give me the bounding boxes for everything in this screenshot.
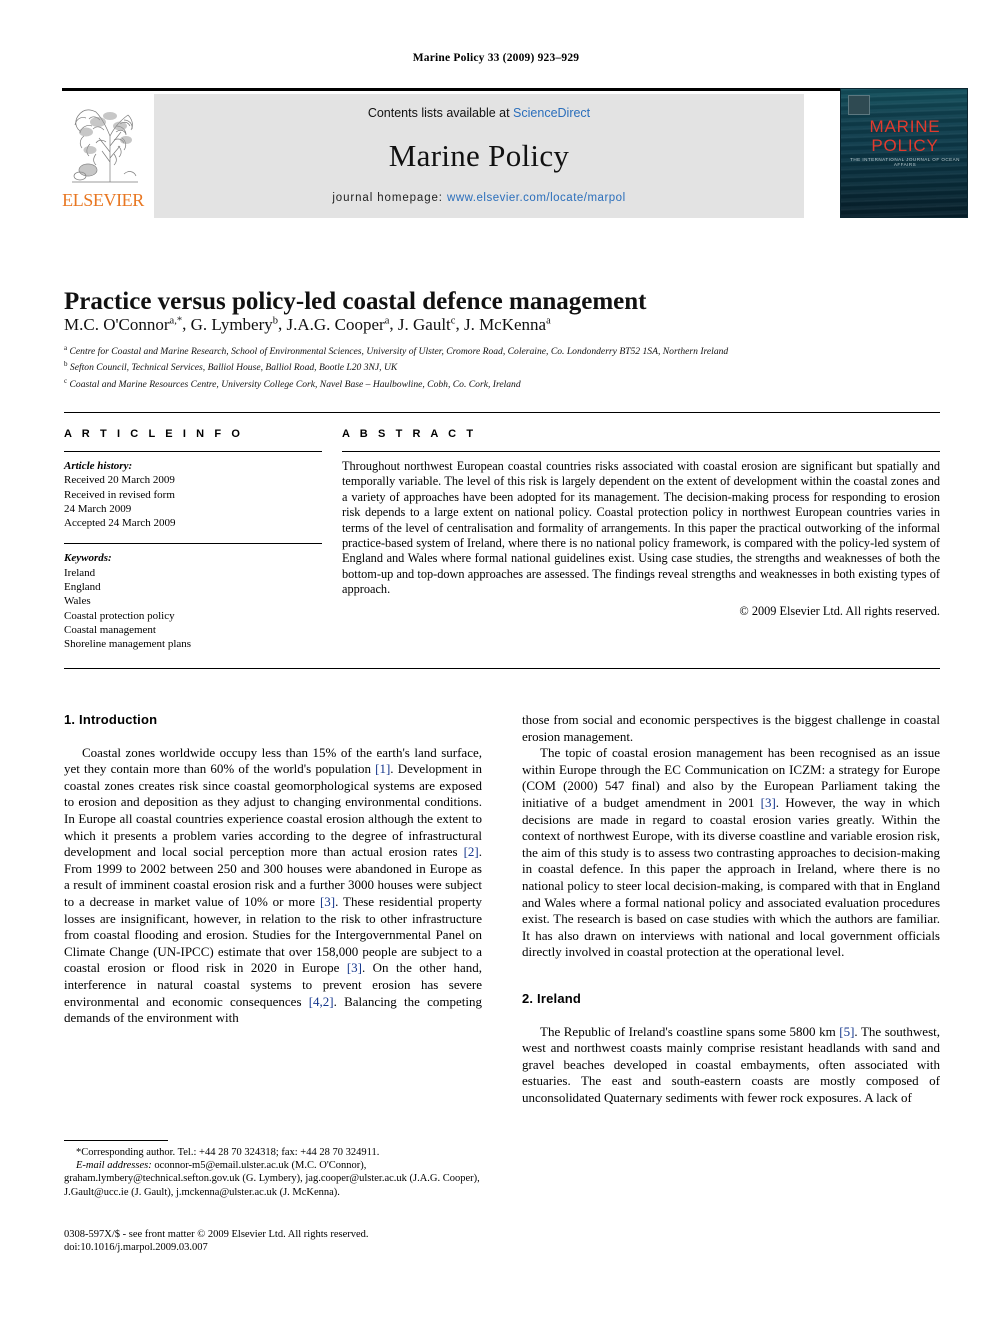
author-marks: a,*: [169, 315, 183, 326]
info-block-top-rule: [64, 412, 940, 413]
history-item: Accepted 24 March 2009: [64, 517, 176, 530]
email-label: E-mail addresses:: [76, 1160, 152, 1172]
footnote-rule: [64, 1140, 168, 1141]
abstract-copyright: © 2009 Elsevier Ltd. All rights reserved…: [739, 603, 940, 618]
body-column-right: those from social and economic perspecti…: [522, 712, 940, 1106]
article-info-panel: A R T I C L E I N F O Article history: R…: [64, 428, 322, 652]
citation-ref[interactable]: [1]: [375, 761, 390, 776]
journal-homepage-line: journal homepage: www.elsevier.com/locat…: [154, 192, 804, 204]
keyword-item: Ireland: [64, 566, 96, 579]
sciencedirect-band: Contents lists available at ScienceDirec…: [154, 94, 804, 218]
elsevier-tree-icon: [72, 109, 138, 183]
keyword-item: Shoreline management plans: [64, 638, 192, 651]
abstract-panel: A B S T R A C T Throughout northwest Eur…: [342, 428, 940, 619]
corresponding-author-note: *Corresponding author. Tel.: +44 28 70 3…: [76, 1147, 380, 1158]
author-marks: b: [272, 315, 278, 326]
article-info-heading: A R T I C L E I N F O: [64, 428, 244, 440]
sciencedirect-link[interactable]: ScienceDirect: [513, 106, 590, 120]
doi-line[interactable]: doi:10.1016/j.marpol.2009.03.007: [64, 1241, 494, 1254]
affiliation-text: Sefton Council, Technical Services, Ball…: [69, 362, 398, 374]
author-item: J.A.G. Coopera: [287, 315, 390, 334]
affiliation-text: Coastal and Marine Resources Centre, Uni…: [69, 378, 521, 390]
citation-ref[interactable]: [2]: [464, 844, 479, 859]
contents-prefix: Contents lists available at: [367, 106, 514, 120]
running-head: Marine Policy 33 (2009) 923–929: [412, 52, 580, 64]
abstract-heading: A B S T R A C T: [342, 428, 477, 440]
footnote-block: *Corresponding author. Tel.: +44 28 70 3…: [64, 1140, 482, 1199]
author-marks: a: [546, 315, 551, 326]
keyword-item: Wales: [64, 595, 91, 608]
keyword-item: Coastal management: [64, 623, 156, 636]
paragraph-intro: Coastal zones worldwide occupy less than…: [64, 745, 482, 1027]
keywords-label: Keywords:: [64, 552, 112, 565]
author-item: J. McKennaa: [464, 315, 551, 334]
section-heading-introduction: 1. Introduction: [64, 712, 158, 727]
email-addresses-note: E-mail addresses: oconnor-m5@email.ulste…: [64, 1159, 482, 1199]
affiliation-text: Centre for Coastal and Marine Research, …: [69, 346, 729, 358]
keywords-rule: [64, 543, 322, 545]
author-item: J. Gaultc: [398, 315, 456, 334]
body-column-left: 1. Introduction Coastal zones worldwide …: [64, 712, 482, 1027]
citation-ref[interactable]: [3]: [320, 894, 335, 909]
paragraph-ireland: The Republic of Ireland's coastline span…: [522, 1024, 940, 1107]
history-item: Received in revised form: [64, 488, 175, 501]
citation-ref[interactable]: [5]: [839, 1024, 854, 1039]
homepage-url-link[interactable]: www.elsevier.com/locate/marpol: [447, 192, 626, 204]
keywords-block: Keywords: Ireland England Wales Coastal …: [64, 551, 322, 651]
article-info-rule: [64, 451, 322, 452]
affiliation-mark: c: [64, 376, 68, 385]
abstract-text: Throughout northwest European coastal co…: [342, 459, 940, 597]
cover-subtitle: THE INTERNATIONAL JOURNAL OF OCEAN AFFAI…: [850, 157, 960, 167]
keyword-item: England: [64, 581, 101, 594]
article-history: Article history: Received 20 March 2009 …: [64, 459, 322, 530]
cover-title-line1: MARINE: [869, 117, 941, 136]
citation-ref[interactable]: [3]: [347, 960, 362, 975]
journal-cover-image: MARINE POLICY THE INTERNATIONAL JOURNAL …: [840, 88, 968, 218]
article-history-label: Article history:: [64, 460, 133, 472]
journal-title: Marine Policy: [388, 138, 570, 173]
info-block-bottom-rule: [64, 668, 940, 669]
abstract-rule: [342, 451, 940, 452]
affiliation-item: c Coastal and Marine Resources Centre, U…: [64, 375, 944, 391]
masthead-top-rule: [62, 88, 930, 91]
journal-masthead: ELSEVIER Contents lists available at Sci…: [62, 88, 968, 218]
affiliation-list: a Centre for Coastal and Marine Research…: [64, 342, 944, 391]
history-item: Received 20 March 2009: [64, 474, 175, 487]
cover-title: MARINE POLICY: [841, 117, 967, 155]
author-name: J.A.G. Cooper: [286, 314, 385, 334]
contents-available-line: Contents lists available at ScienceDirec…: [154, 106, 804, 120]
history-item: 24 March 2009: [64, 502, 132, 515]
cover-title-line2: POLICY: [871, 136, 939, 155]
journal-article-page: Marine Policy 33 (2009) 923–929 ELSEVIER…: [0, 0, 992, 1323]
citation-ref[interactable]: [3]: [761, 795, 776, 810]
affiliation-mark: a: [64, 344, 68, 352]
author-name: M.C. O'Connor: [64, 314, 170, 334]
issn-line: 0308-597X/$ - see front matter © 2009 El…: [64, 1229, 369, 1240]
para-text: The Republic of Ireland's coastline span…: [540, 1023, 840, 1039]
elsevier-logo: ELSEVIER: [62, 94, 144, 218]
author-name: G. Lymbery: [190, 314, 273, 334]
paragraph-continuation: those from social and economic perspecti…: [522, 712, 940, 744]
paragraph-topic: The topic of coastal erosion management …: [522, 745, 940, 961]
affiliation-item: b Sefton Council, Technical Services, Ba…: [64, 358, 944, 374]
cover-publisher-badge-icon: [848, 95, 870, 115]
author-item: G. Lymberyb: [191, 315, 278, 334]
author-list: M.C. O'Connora,*, G. Lymberyb, J.A.G. Co…: [64, 314, 551, 334]
affiliation-mark: b: [64, 360, 68, 369]
homepage-prefix: journal homepage:: [332, 192, 448, 204]
para-text: . However, the way in which decisions ar…: [522, 794, 941, 960]
affiliation-item: a Centre for Coastal and Marine Research…: [64, 342, 944, 358]
issn-copyright-block: 0308-597X/$ - see front matter © 2009 El…: [64, 1228, 494, 1255]
elsevier-wordmark: ELSEVIER: [62, 190, 144, 210]
author-name: J. McKenna: [463, 314, 547, 334]
author-marks: a: [384, 315, 390, 326]
section-heading-ireland: 2. Ireland: [522, 990, 582, 1006]
citation-ref[interactable]: [4,2]: [309, 994, 334, 1009]
author-name: J. Gault: [397, 314, 451, 334]
keyword-item: Coastal protection policy: [64, 609, 175, 622]
author-item: M.C. O'Connora,*: [64, 315, 182, 334]
author-marks: c: [450, 315, 456, 326]
